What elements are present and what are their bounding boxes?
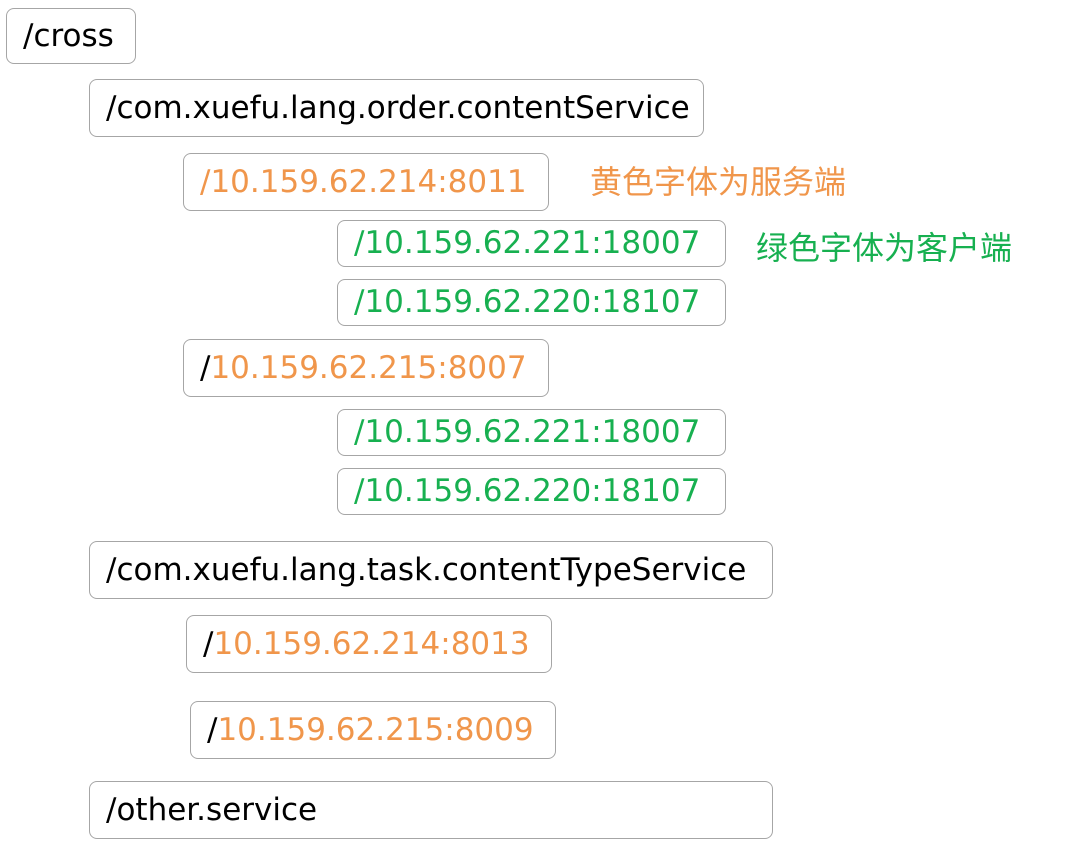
server-address: 10.159.62.215:8007 — [210, 349, 527, 386]
service-node-task: /com.xuefu.lang.task.contentTypeService — [89, 541, 773, 599]
server-address: /10.159.62.214:8011 — [200, 163, 527, 200]
service-node-label: /com.xuefu.lang.order.contentService — [106, 89, 690, 126]
server-prefix: / — [203, 625, 214, 662]
service-node-order: /com.xuefu.lang.order.contentService — [89, 79, 704, 137]
client-address: /10.159.62.221:18007 — [354, 225, 701, 261]
server-node: /10.159.62.214:8011 — [183, 153, 549, 211]
client-address: /10.159.62.220:18107 — [354, 473, 701, 509]
server-node: /10.159.62.214:8013 — [186, 615, 552, 673]
server-prefix: / — [207, 711, 218, 748]
server-node: /10.159.62.215:8007 — [183, 339, 549, 397]
root-node-label: /cross — [23, 17, 114, 54]
client-legend-note: 绿色字体为客户端 — [756, 229, 1013, 267]
client-node: /10.159.62.220:18107 — [337, 279, 726, 326]
root-node: /cross — [6, 8, 136, 64]
server-address: 10.159.62.215:8009 — [217, 711, 534, 748]
client-node: /10.159.62.221:18007 — [337, 409, 726, 456]
server-address: 10.159.62.214:8013 — [213, 625, 530, 662]
client-node: /10.159.62.221:18007 — [337, 220, 726, 267]
server-legend-note: 黄色字体为服务端 — [590, 163, 847, 201]
service-node-label: /other.service — [106, 791, 318, 828]
service-node-label: /com.xuefu.lang.task.contentTypeService — [106, 551, 747, 588]
server-node: /10.159.62.215:8009 — [190, 701, 556, 759]
client-address: /10.159.62.221:18007 — [354, 414, 701, 450]
client-address: /10.159.62.220:18107 — [354, 284, 701, 320]
server-prefix: / — [200, 349, 211, 386]
client-node: /10.159.62.220:18107 — [337, 468, 726, 515]
service-node-other: /other.service — [89, 781, 773, 839]
